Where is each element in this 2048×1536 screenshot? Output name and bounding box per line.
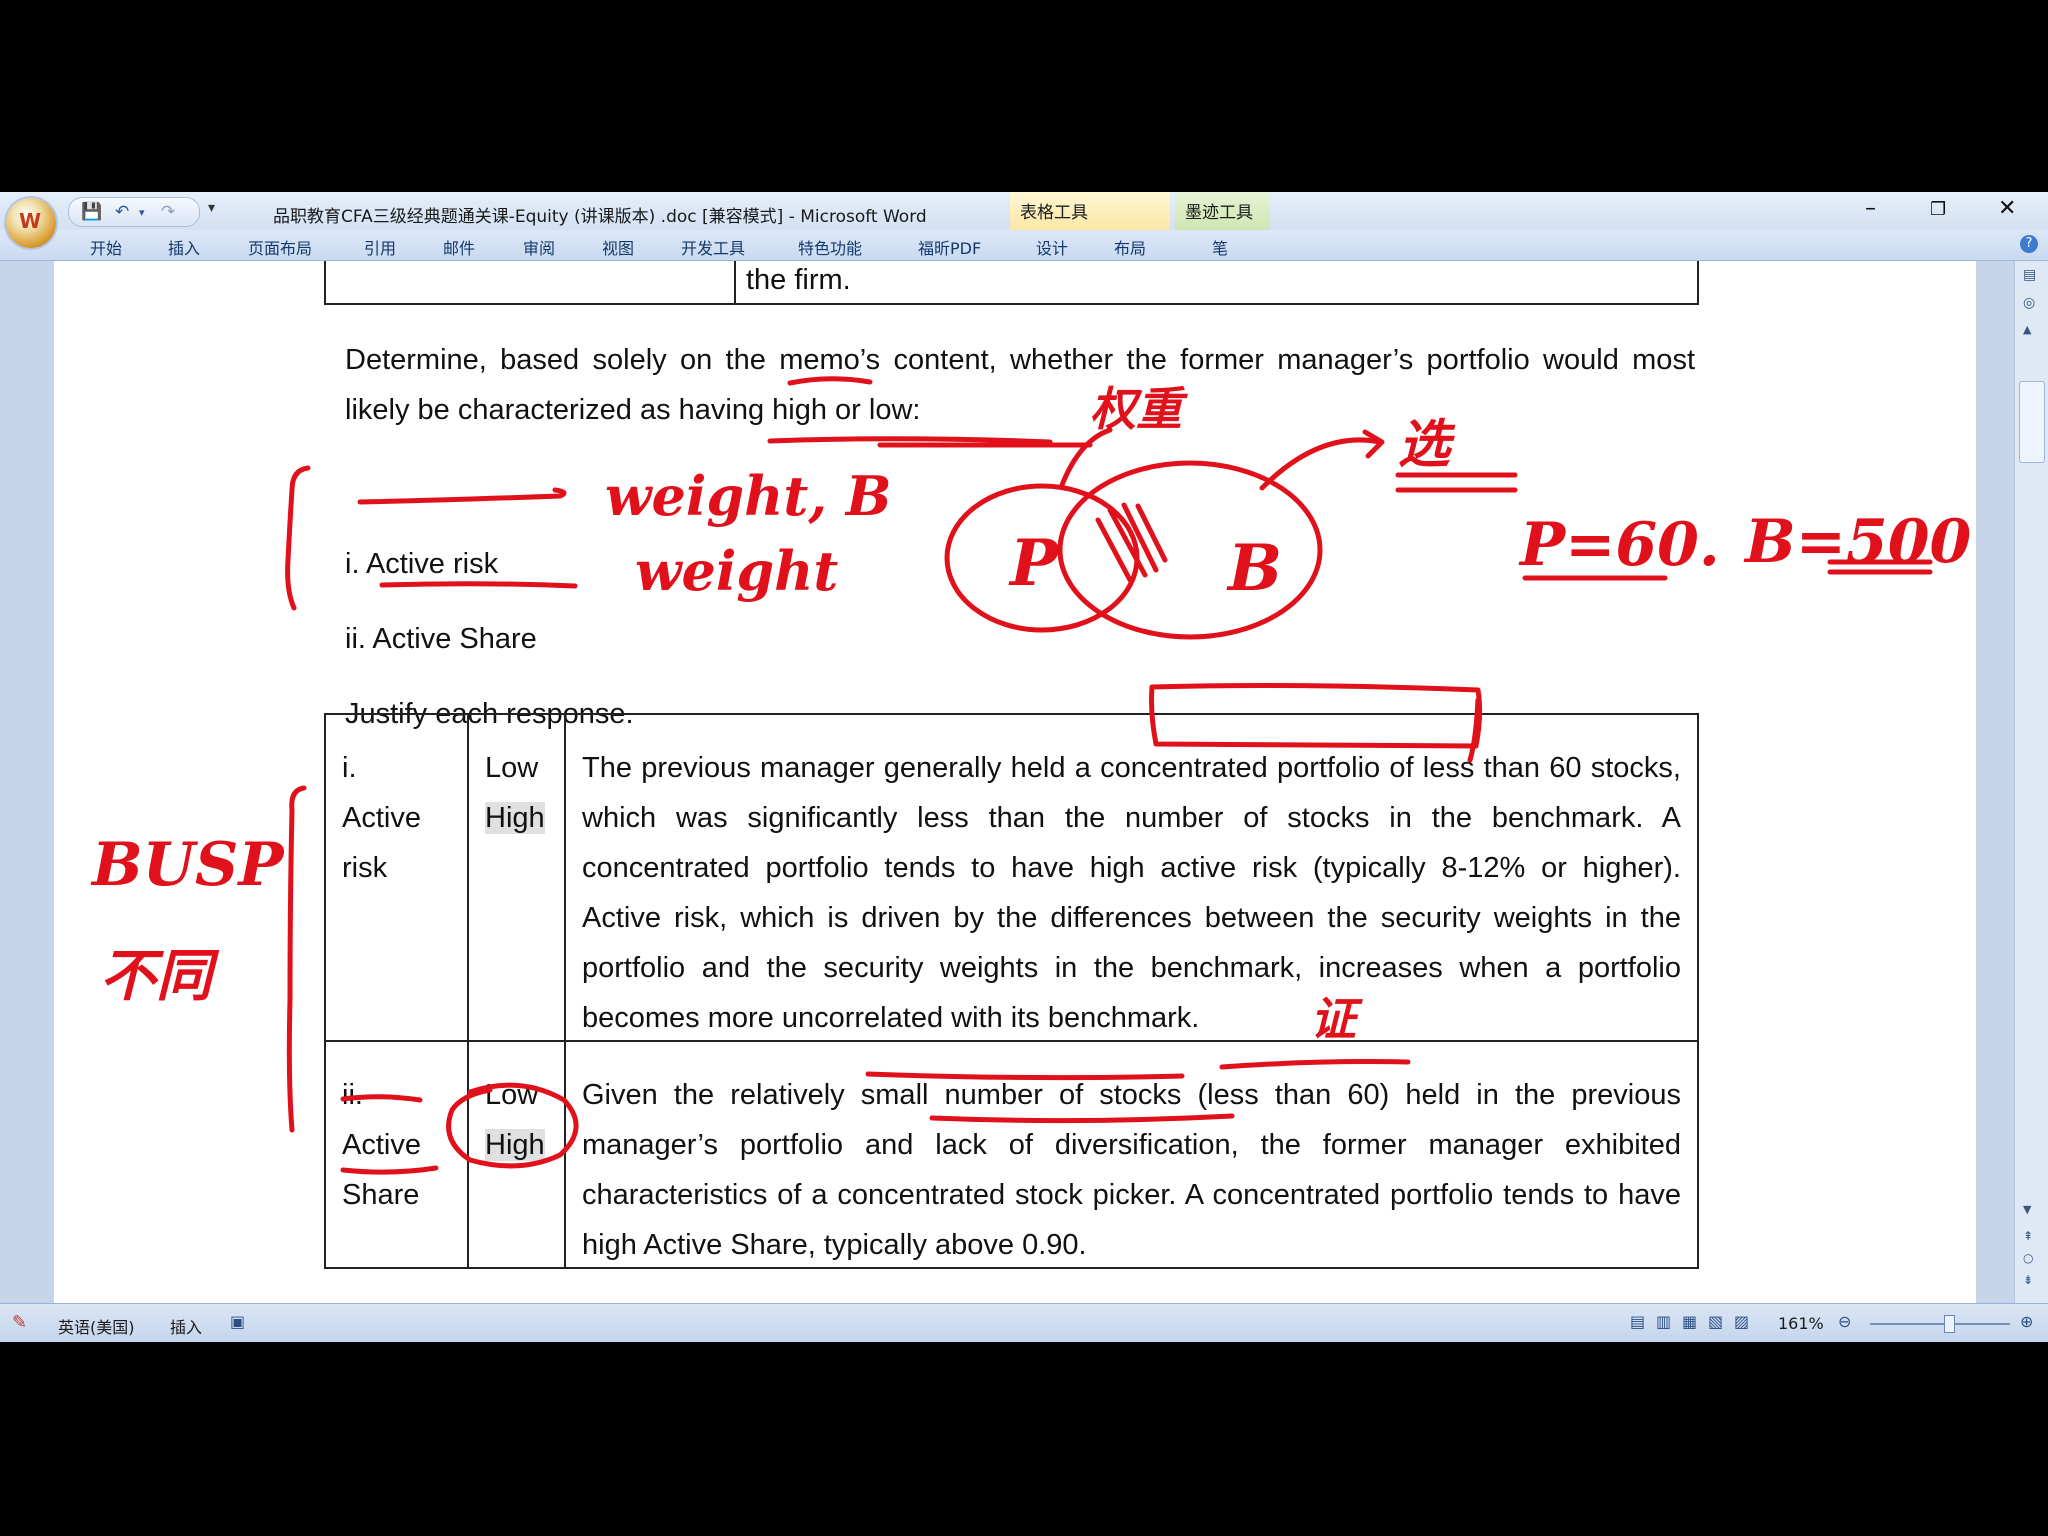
scroll-up-icon[interactable]: ▲	[2023, 323, 2031, 336]
row-label: ii. Active Share	[326, 1042, 469, 1267]
office-logo-icon: W	[19, 209, 42, 233]
next-page-icon[interactable]: ⇟	[2023, 1273, 2033, 1287]
word-window: 💾 ↶ ▾ ↷ ▾ 品职教育CFA三级经典题通关课-Equity (讲课版本) …	[0, 192, 2048, 1342]
tab-page-layout[interactable]: 页面布局	[248, 235, 312, 259]
close-button[interactable]: ✕	[1998, 196, 2016, 221]
item-active-share: ii. Active Share	[345, 623, 537, 655]
row-options: Low High	[469, 715, 566, 1040]
label-line: Active	[342, 802, 421, 834]
table-divider	[734, 261, 736, 303]
option-high-selected: High	[485, 1129, 545, 1161]
spellcheck-icon[interactable]: ✎	[12, 1312, 27, 1333]
ribbon-tabs: 开始 插入 页面布局 引用 邮件 审阅 视图 开发工具 特色功能 福昕PDF 设…	[0, 230, 2048, 261]
undo-dropdown-icon[interactable]: ▾	[139, 206, 145, 219]
zoom-in-icon[interactable]: ⊕	[2020, 1312, 2033, 1331]
document-area: the firm. Determine, based solely on the…	[0, 261, 2014, 1303]
tab-pen[interactable]: 笔	[1212, 235, 1228, 259]
scroll-thumb[interactable]	[2019, 381, 2045, 463]
ruler-toggle-icon[interactable]: ▤	[2023, 267, 2036, 283]
answer-table: i. Active risk Low High The previous man…	[324, 713, 1699, 1269]
label-number: ii.	[342, 1079, 363, 1111]
quick-access-toolbar: 💾 ↶ ▾ ↷	[68, 197, 200, 227]
option-high-selected: High	[485, 802, 545, 834]
web-layout-icon[interactable]: ▦	[1682, 1312, 1697, 1331]
zoom-level[interactable]: 161%	[1778, 1314, 1824, 1333]
print-layout-icon[interactable]: ▤	[1630, 1312, 1645, 1331]
tab-home[interactable]: 开始	[90, 235, 122, 259]
minimize-button[interactable]: –	[1865, 196, 1876, 221]
fragment-text: the firm.	[746, 264, 851, 296]
help-icon[interactable]: ?	[2020, 235, 2038, 253]
outline-icon[interactable]: ▧	[1708, 1312, 1723, 1331]
language-indicator[interactable]: 英语(美国)	[58, 1314, 135, 1338]
option-low: Low	[485, 752, 539, 784]
previous-table-fragment: the firm.	[324, 261, 1699, 305]
context-tab-table-tools: 表格工具	[1010, 192, 1170, 230]
tab-view[interactable]: 视图	[602, 235, 634, 259]
office-button[interactable]: W	[6, 198, 56, 248]
vertical-scrollbar[interactable]: ▤ ◎ ▲ ▼ ⇞ ○ ⇟	[2014, 261, 2048, 1303]
label-line: Share	[342, 1179, 420, 1211]
full-screen-reading-icon[interactable]: ▥	[1656, 1312, 1671, 1331]
tab-design[interactable]: 设计	[1036, 235, 1068, 259]
previous-page-icon[interactable]: ⇞	[2023, 1229, 2033, 1243]
document-page[interactable]: the firm. Determine, based solely on the…	[54, 261, 1976, 1303]
tab-features[interactable]: 特色功能	[798, 235, 862, 259]
macro-record-icon[interactable]: ▣	[230, 1312, 245, 1331]
table-row: ii. Active Share Low High Given the rela…	[326, 1042, 1697, 1267]
tab-references[interactable]: 引用	[364, 235, 396, 259]
undo-icon[interactable]: ↶	[115, 202, 129, 222]
question-text: Determine, based solely on the memo’s co…	[345, 344, 1695, 426]
row-explanation: Given the relatively small number of sto…	[582, 1079, 1681, 1261]
tab-foxit-pdf[interactable]: 福昕PDF	[918, 235, 981, 259]
table-row: i. Active risk Low High The previous man…	[326, 715, 1697, 1042]
save-icon[interactable]: 💾	[81, 202, 102, 222]
row-explanation: The previous manager generally held a co…	[582, 752, 1681, 1034]
zoom-slider[interactable]	[1870, 1323, 2010, 1325]
item-active-risk: i. Active risk	[345, 548, 499, 580]
label-line: risk	[342, 852, 388, 884]
zoom-slider-knob[interactable]	[1944, 1315, 1955, 1333]
label-line: Active	[342, 1129, 421, 1161]
row-label: i. Active risk	[326, 715, 469, 1040]
tab-developer[interactable]: 开发工具	[681, 235, 745, 259]
redo-icon[interactable]: ↷	[161, 202, 175, 222]
tab-mailings[interactable]: 邮件	[443, 235, 475, 259]
customize-qat-icon[interactable]: ▾	[208, 200, 215, 216]
select-browse-object-icon[interactable]: ○	[2023, 1251, 2033, 1265]
tab-review[interactable]: 审阅	[523, 235, 555, 259]
title-bar: 💾 ↶ ▾ ↷ ▾ 品职教育CFA三级经典题通关课-Equity (讲课版本) …	[0, 192, 2048, 230]
restore-button[interactable]: ❐	[1930, 199, 1946, 220]
label-number: i.	[342, 752, 357, 784]
tab-layout[interactable]: 布局	[1114, 235, 1146, 259]
tab-insert[interactable]: 插入	[168, 235, 200, 259]
scroll-down-icon[interactable]: ▼	[2023, 1203, 2031, 1216]
option-low: Low	[485, 1079, 539, 1111]
zoom-out-icon[interactable]: ⊖	[1838, 1312, 1851, 1331]
draft-icon[interactable]: ▨	[1734, 1312, 1749, 1331]
row-options: Low High	[469, 1042, 566, 1267]
status-bar: ✎ 英语(美国) 插入 ▣ ▤ ▥ ▦ ▧ ▨ 161% ⊖ ⊕	[0, 1303, 2048, 1342]
insert-mode-indicator[interactable]: 插入	[170, 1314, 202, 1338]
browse-icon[interactable]: ◎	[2023, 295, 2035, 311]
window-title: 品职教育CFA三级经典题通关课-Equity (讲课版本) .doc [兼容模式…	[273, 207, 927, 227]
context-tab-ink-tools: 墨迹工具	[1175, 192, 1270, 230]
